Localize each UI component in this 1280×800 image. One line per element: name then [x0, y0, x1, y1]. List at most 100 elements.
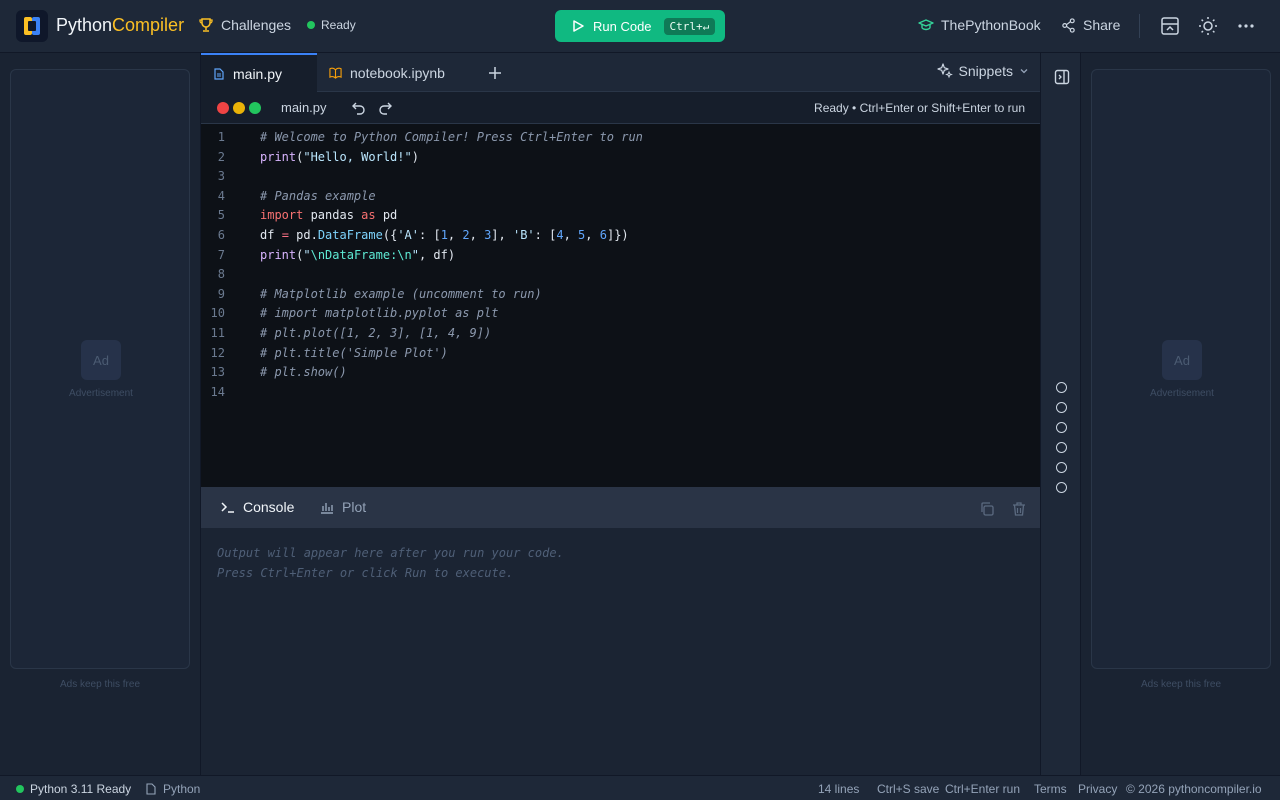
rail-nav-dot[interactable] — [1056, 402, 1067, 413]
right-ad-column: Ad Advertisement Ads keep this free — [1081, 53, 1280, 775]
terms-link[interactable]: Terms — [1034, 782, 1067, 796]
console-tab-label: Console — [243, 499, 295, 515]
theme-toggle-button[interactable] — [1196, 14, 1220, 38]
copy-output-button[interactable] — [975, 497, 999, 521]
graduation-cap-icon — [918, 19, 934, 31]
toggle-sidebar-button[interactable] — [1050, 65, 1074, 89]
rail-nav-dot[interactable] — [1056, 442, 1067, 453]
tab-notebook[interactable]: notebook.ipynb — [317, 53, 467, 92]
new-tab-button[interactable] — [483, 61, 507, 85]
sparkles-icon — [936, 63, 953, 79]
panel-right-icon — [1054, 69, 1070, 85]
file-tabbar: main.py notebook.ipynb Snippets — [201, 53, 1041, 92]
console-tabbar: Console Plot — [201, 487, 1041, 528]
tab-label: notebook.ipynb — [350, 64, 445, 81]
brand-part-1: Python — [56, 15, 113, 35]
undo-button[interactable] — [347, 96, 371, 120]
sun-icon — [1199, 17, 1217, 35]
code-line: # plt.title('Simple Plot') — [260, 346, 448, 360]
play-icon — [573, 20, 584, 32]
code-line: print("Hello, World!") — [260, 150, 419, 164]
clear-output-button[interactable] — [1007, 497, 1031, 521]
more-horizontal-icon — [1238, 24, 1254, 28]
code-line: # Pandas example — [260, 189, 376, 203]
code-line: # Welcome to Python Compiler! Press Ctrl… — [260, 130, 643, 144]
run-code-button[interactable]: Run Code Ctrl+↵ — [555, 10, 725, 42]
code-line: import pandas as pd — [260, 208, 398, 222]
line-number: 6 — [217, 228, 225, 242]
rail-nav-dot[interactable] — [1056, 482, 1067, 493]
logo[interactable] — [16, 10, 48, 42]
code-line: # plt.show() — [260, 365, 347, 379]
line-number: 10 — [210, 306, 225, 320]
line-number: 1 — [217, 130, 225, 144]
ad-label: Advertisement — [69, 388, 133, 399]
current-filename: main.py — [281, 100, 327, 115]
ad-footer-text: Ads keep this free — [1140, 679, 1222, 690]
rail-nav-dot[interactable] — [1056, 422, 1067, 433]
line-number: 12 — [210, 346, 225, 360]
code-line: df = pd.DataFrame({'A': [1, 2, 3], 'B': … — [260, 228, 629, 242]
bar-chart-icon — [321, 503, 333, 514]
brand-part-2: Compiler — [112, 15, 185, 35]
code-line: # Matplotlib example (uncomment to run) — [260, 287, 542, 301]
brand-title[interactable]: PythonCompiler — [56, 15, 184, 36]
python-book-link[interactable]: ThePythonBook — [918, 17, 1041, 33]
run-hint: Ready • Ctrl+Enter or Shift+Enter to run — [814, 101, 1025, 115]
rail-nav-dot[interactable] — [1056, 462, 1067, 473]
plus-icon — [489, 67, 501, 79]
challenges-link[interactable]: Challenges — [198, 17, 291, 33]
line-number: 3 — [217, 169, 225, 183]
rail-nav-dot[interactable] — [1056, 382, 1067, 393]
green-dot-icon — [249, 102, 261, 114]
line-number: 8 — [217, 267, 225, 281]
output-placeholder-line: Press Ctrl+Enter or click Run to execute… — [217, 566, 514, 580]
snippets-label: Snippets — [958, 63, 1013, 79]
privacy-link[interactable]: Privacy — [1078, 782, 1117, 796]
line-number: 14 — [210, 385, 225, 399]
save-shortcut-hint: Ctrl+S save — [877, 782, 940, 796]
code-editor[interactable]: 1 2 3 4 5 6 7 8 9 10 11 12 13 14 # Welco… — [201, 124, 1041, 487]
plot-tab-label: Plot — [342, 499, 367, 515]
python-book-label: ThePythonBook — [941, 17, 1041, 33]
file-icon — [146, 783, 156, 795]
ad-badge: Ad — [1162, 340, 1202, 380]
status-dot-icon — [16, 785, 24, 793]
snippets-dropdown[interactable]: Snippets — [936, 63, 1029, 79]
redo-icon — [379, 102, 392, 115]
share-icon — [1062, 17, 1075, 33]
tab-console[interactable]: Console — [221, 499, 294, 515]
layout-icon — [1161, 17, 1179, 35]
left-ad-column: Ad Advertisement Ads keep this free — [0, 53, 200, 775]
ad-label: Advertisement — [1150, 388, 1214, 399]
notebook-icon — [329, 67, 342, 79]
ready-label: Ready — [321, 18, 356, 32]
redo-button[interactable] — [373, 96, 397, 120]
terminal-icon — [221, 502, 234, 513]
status-bar: Python 3.11 Ready Python 14 lines Ctrl+S… — [0, 775, 1280, 800]
chevron-down-icon — [1020, 69, 1028, 74]
tab-plot[interactable]: Plot — [320, 499, 366, 515]
console-output[interactable]: Output will appear here after you run yo… — [201, 528, 1041, 775]
share-label: Share — [1083, 17, 1121, 33]
code-line: # plt.plot([1, 2, 3], [1, 4, 9]) — [260, 326, 492, 340]
right-tool-rail — [1040, 53, 1081, 775]
line-count: 14 lines — [818, 782, 860, 796]
layout-button[interactable] — [1158, 14, 1182, 38]
ad-slot-right[interactable]: Ad Advertisement — [1091, 69, 1271, 669]
language-indicator[interactable]: Python — [146, 782, 200, 796]
share-button[interactable]: Share — [1061, 17, 1120, 33]
line-number: 13 — [210, 365, 225, 379]
more-menu-button[interactable] — [1234, 14, 1258, 38]
editor-file-bar: main.py Ready • Ctrl+Enter or Shift+Ente… — [201, 92, 1041, 124]
code-line: print("\nDataFrame:\n", df) — [260, 248, 456, 262]
ad-slot-left[interactable]: Ad Advertisement — [10, 69, 190, 669]
line-number: 7 — [217, 248, 225, 262]
run-code-label: Run Code — [593, 18, 652, 34]
python-status: Python 3.11 Ready — [16, 782, 131, 796]
language-label: Python — [163, 782, 201, 796]
tab-label: main.py — [233, 65, 283, 82]
python-logo-icon — [24, 17, 40, 35]
tab-main-py[interactable]: main.py — [201, 53, 317, 92]
run-shortcut-badge: Ctrl+↵ — [663, 17, 716, 35]
